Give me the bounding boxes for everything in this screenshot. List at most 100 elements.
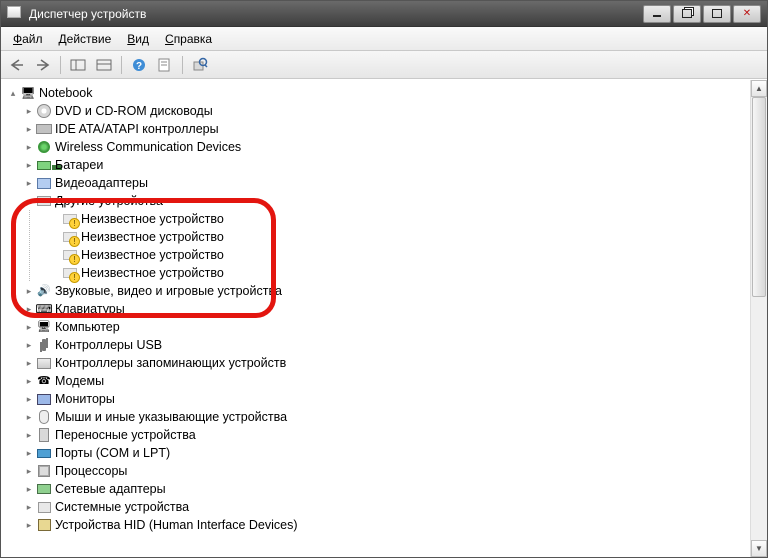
expand-toggle[interactable]: ▸ (23, 156, 35, 174)
tree-category[interactable]: ▸ IDE ATA/ATAPI контроллеры (5, 120, 750, 138)
tree-device[interactable]: Неизвестное устройство (5, 228, 750, 246)
device-tree[interactable]: ▴Notebook▸DVD и CD-ROM дисководы▸IDE ATA… (1, 80, 750, 557)
tree-root[interactable]: ▴Notebook (5, 84, 750, 102)
tree-item-label: Мыши и иные указывающие устройства (55, 408, 291, 426)
scroll-track[interactable] (751, 97, 767, 540)
vertical-scrollbar[interactable]: ▲ ▼ (750, 80, 767, 557)
console-tree-icon (70, 58, 86, 72)
forward-button[interactable] (31, 54, 55, 76)
tree-item-label: Другие устройства (55, 192, 167, 210)
tree-item-label: Неизвестное устройство (81, 246, 228, 264)
tree-category[interactable]: ▸ Клавиатуры (5, 300, 750, 318)
expand-toggle[interactable]: ▸ (23, 300, 35, 318)
tree-item-label: IDE ATA/ATAPI контроллеры (55, 120, 223, 138)
tree-category[interactable]: ▸Переносные устройства (5, 426, 750, 444)
portable-icon (36, 427, 52, 443)
tree-item-label: Компьютер (55, 318, 124, 336)
expand-toggle[interactable]: ▸ (23, 174, 35, 192)
menu-action[interactable]: Действие (51, 29, 120, 49)
properties-button[interactable] (153, 54, 177, 76)
sound-icon (36, 283, 52, 299)
help-button[interactable]: ? (127, 54, 151, 76)
usb-icon (36, 337, 52, 353)
expand-toggle[interactable]: ▸ (23, 408, 35, 426)
tree-device[interactable]: Неизвестное устройство (5, 210, 750, 228)
tree-category[interactable]: ▸Батареи (5, 156, 750, 174)
tree-category[interactable]: ▸ Контроллеры USB (5, 336, 750, 354)
tree-item-label: Клавиатуры (55, 300, 129, 318)
tree-category[interactable]: ▸ Компьютер (5, 318, 750, 336)
maximize-button[interactable] (703, 5, 731, 23)
expand-toggle[interactable]: ▸ (23, 354, 35, 372)
cpu-icon (36, 463, 52, 479)
expand-toggle[interactable]: ▸ (23, 138, 35, 156)
expand-toggle[interactable]: ▸ (23, 282, 35, 300)
tree-category[interactable]: ▸Мониторы (5, 390, 750, 408)
tree-category[interactable]: ▸ Звуковые, видео и игровые устройства (5, 282, 750, 300)
expand-toggle[interactable]: ▸ (23, 372, 35, 390)
ide-icon (36, 121, 52, 137)
keyboard-icon (36, 301, 52, 317)
tree-item-label: Системные устройства (55, 498, 193, 516)
port-icon (36, 445, 52, 461)
scroll-down-button[interactable]: ▼ (751, 540, 767, 557)
expand-toggle[interactable]: ▸ (23, 444, 35, 462)
tree-category[interactable]: ▸DVD и CD-ROM дисководы (5, 102, 750, 120)
tree-category[interactable]: ▸Модемы (5, 372, 750, 390)
details-button[interactable] (92, 54, 116, 76)
tree-item-label: Wireless Communication Devices (55, 138, 245, 156)
back-button[interactable] (5, 54, 29, 76)
tree-category[interactable]: ▸Сетевые адаптеры (5, 480, 750, 498)
expand-toggle[interactable]: ▸ (23, 336, 35, 354)
expand-toggle[interactable]: ▸ (23, 318, 35, 336)
scan-icon (192, 57, 208, 73)
expand-toggle[interactable]: ▸ (23, 462, 35, 480)
tree-category[interactable]: ▸Порты (COM и LPT) (5, 444, 750, 462)
tree-category[interactable]: ▸ Wireless Communication Devices (5, 138, 750, 156)
tree-category[interactable]: ▸Контроллеры запоминающих устройств (5, 354, 750, 372)
minimize-button[interactable] (643, 5, 671, 23)
tree-item-label: Видеоадаптеры (55, 174, 152, 192)
tree-item-label: Контроллеры USB (55, 336, 166, 354)
scan-hardware-button[interactable] (188, 54, 212, 76)
scroll-thumb[interactable] (752, 97, 766, 297)
toolbar-separator (182, 56, 183, 74)
scroll-up-button[interactable]: ▲ (751, 80, 767, 97)
tree-category[interactable]: ▸ Видеоадаптеры (5, 174, 750, 192)
unknown-icon (62, 229, 78, 245)
device-manager-window: Диспетчер устройств ✕ Файл Действие Вид … (0, 0, 768, 558)
hid-icon (36, 517, 52, 533)
tree-category[interactable]: ▸ Системные устройства (5, 498, 750, 516)
tree-item-label: Звуковые, видео и игровые устройства (55, 282, 286, 300)
tree-category[interactable]: ▸Процессоры (5, 462, 750, 480)
tree-item-label: Неизвестное устройство (81, 264, 228, 282)
expand-toggle[interactable]: ▸ (23, 480, 35, 498)
menu-file[interactable]: Файл (5, 29, 51, 49)
collapse-toggle[interactable]: ▴ (7, 84, 19, 102)
tree-device[interactable]: Неизвестное устройство (5, 246, 750, 264)
tree-device[interactable]: Неизвестное устройство (5, 264, 750, 282)
tree-category[interactable]: ▸ Мыши и иные указывающие устройства (5, 408, 750, 426)
expand-toggle[interactable]: ▸ (23, 390, 35, 408)
menubar: Файл Действие Вид Справка (1, 27, 767, 51)
menu-help[interactable]: Справка (157, 29, 220, 49)
arrow-left-icon (9, 58, 25, 72)
close-button[interactable]: ✕ (733, 5, 761, 23)
show-hide-tree-button[interactable] (66, 54, 90, 76)
collapse-toggle[interactable]: ▴ (23, 192, 35, 210)
restore-button[interactable] (673, 5, 701, 23)
properties-icon (157, 58, 173, 72)
tree-category[interactable]: ▸Устройства HID (Human Interface Devices… (5, 516, 750, 534)
expand-toggle[interactable]: ▸ (23, 498, 35, 516)
wireless-icon (36, 139, 52, 155)
tree-category[interactable]: ▴ Другие устройства (5, 192, 750, 210)
expand-toggle[interactable]: ▸ (23, 516, 35, 534)
toolbar-separator (60, 56, 61, 74)
expand-toggle[interactable]: ▸ (23, 102, 35, 120)
toolbar-separator (121, 56, 122, 74)
menu-view[interactable]: Вид (119, 29, 157, 49)
expand-toggle[interactable]: ▸ (23, 426, 35, 444)
titlebar[interactable]: Диспетчер устройств ✕ (1, 1, 767, 27)
expand-toggle[interactable]: ▸ (23, 120, 35, 138)
cd-icon (36, 103, 52, 119)
